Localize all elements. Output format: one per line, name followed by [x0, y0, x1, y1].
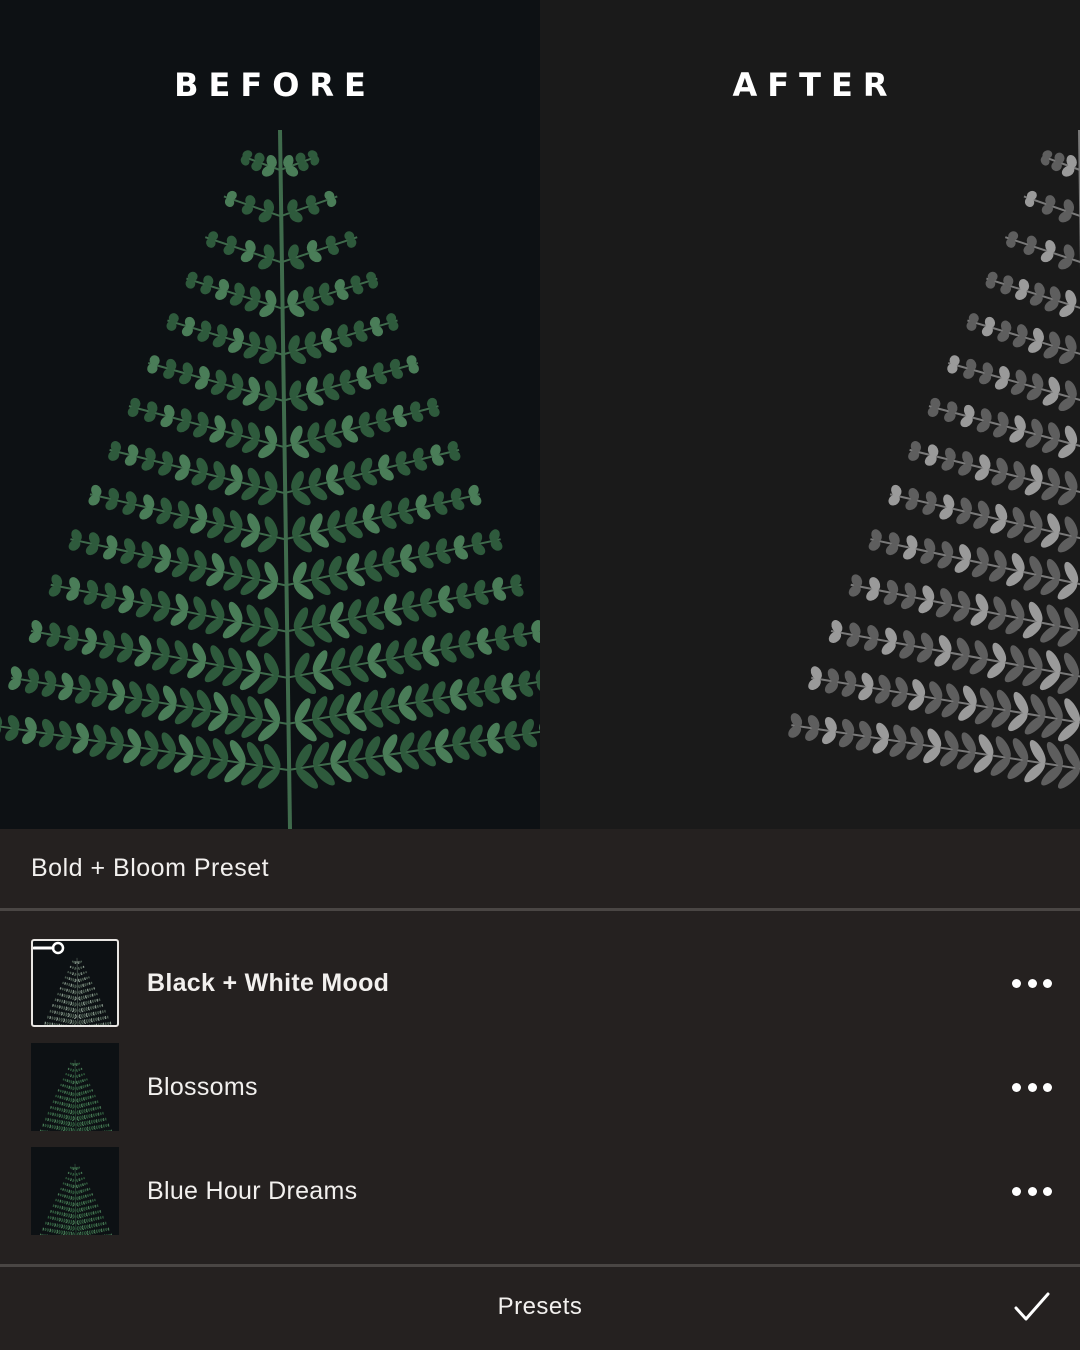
preset-thumbnail[interactable] [31, 1043, 119, 1131]
preset-list: Black + White Mood Blossoms Blue Hour Dr… [0, 911, 1080, 1264]
bottom-bar: Presets [0, 1264, 1080, 1350]
more-horizontal-icon[interactable] [1012, 1080, 1052, 1094]
preset-thumbnail[interactable] [31, 1147, 119, 1235]
preset-name: Blossoms [147, 1072, 258, 1101]
fern-thumbnail-image [40, 1059, 112, 1131]
before-label: BEFORE [174, 66, 376, 104]
preset-item-black-white-mood[interactable]: Black + White Mood [0, 938, 1080, 1028]
fern-photo-after [788, 130, 1080, 789]
bottom-bar-title: Presets [497, 1293, 583, 1320]
fern-thumbnail-image [40, 1163, 112, 1235]
preset-name: Black + White Mood [147, 968, 390, 997]
preset-name: Blue Hour Dreams [147, 1176, 358, 1205]
fern-photo-before [0, 129, 540, 829]
after-label: AFTER [732, 66, 898, 104]
preset-pack-title-text: Bold + Bloom Preset [31, 854, 270, 882]
after-panel: AFTER [540, 0, 1080, 829]
preset-thumbnail[interactable] [31, 939, 119, 1027]
preset-pack-title[interactable]: Bold + Bloom Preset [0, 829, 1080, 911]
before-panel: BEFORE [0, 0, 540, 829]
checkmark-icon[interactable] [1014, 1291, 1050, 1323]
preset-item-blue-hour-dreams[interactable]: Blue Hour Dreams [0, 1146, 1080, 1236]
before-after-compare: BEFORE AFTER [0, 0, 1080, 829]
more-horizontal-icon[interactable] [1012, 976, 1052, 990]
more-horizontal-icon[interactable] [1012, 1184, 1052, 1198]
preset-item-blossoms[interactable]: Blossoms [0, 1042, 1080, 1132]
slider-adjust-icon[interactable] [33, 941, 67, 955]
